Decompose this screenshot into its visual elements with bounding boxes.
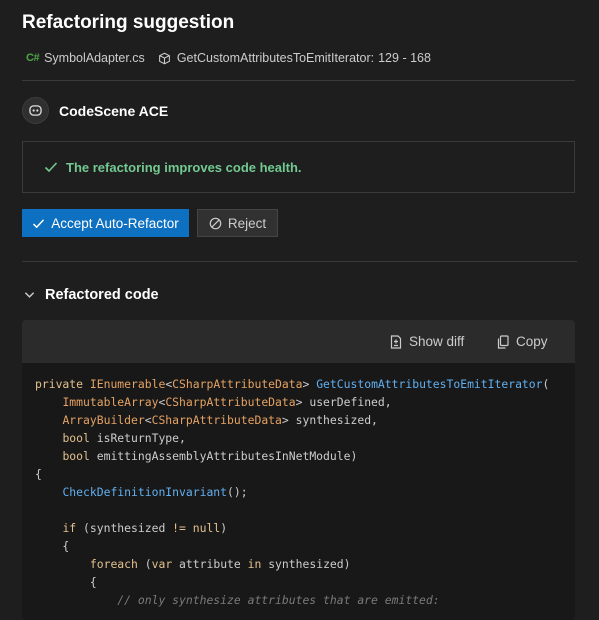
code-line: ArrayBuilder<CSharpAttributeData> synthe… (62, 413, 378, 427)
diff-file-icon (390, 334, 402, 349)
file-name[interactable]: SymbolAdapter.cs (44, 51, 145, 65)
refactored-code-section-toggle[interactable]: Refactored code (24, 287, 159, 303)
accept-auto-refactor-button[interactable]: Accept Auto-Refactor (22, 209, 189, 237)
assistant-header: CodeScene ACE (22, 97, 168, 124)
chevron-down-icon (24, 291, 35, 299)
section-title: Refactored code (45, 287, 159, 303)
line-range: 129 - 168 (378, 51, 431, 65)
copy-label: Copy (516, 334, 548, 349)
code-line: // only synthesize attributes that are e… (35, 593, 440, 607)
show-diff-label: Show diff (409, 334, 465, 349)
reject-button[interactable]: Reject (197, 209, 278, 237)
code-line: foreach (var attribute in synthesized) (89, 557, 351, 571)
accept-label: Accept Auto-Refactor (51, 215, 179, 231)
page-title: Refactoring suggestion (22, 12, 235, 33)
code-line: { (35, 575, 97, 589)
method-name[interactable]: GetCustomAttributesToEmitIterator: (177, 51, 374, 65)
show-diff-button[interactable]: Show diff (390, 320, 464, 363)
code-line: bool emittingAssemblyAttributesInNetModu… (62, 449, 358, 463)
copy-button[interactable]: Copy (497, 320, 548, 363)
code-panel: Show diff Copy private IEnumerable<CShar… (22, 320, 575, 620)
health-message: The refactoring improves code health. (66, 159, 302, 175)
code-block[interactable]: private IEnumerable<CSharpAttributeData>… (22, 363, 575, 609)
health-status-box: The refactoring improves code health. (22, 141, 575, 193)
check-icon (44, 161, 58, 173)
divider (22, 261, 577, 262)
csharp-file-icon: C# (26, 52, 40, 64)
code-line: ImmutableArray<CSharpAttributeData> user… (62, 395, 392, 409)
code-line: CheckDefinitionInvariant(); (62, 485, 248, 499)
robot-icon (22, 97, 49, 124)
code-line: { (35, 467, 42, 481)
method-cube-icon (158, 52, 171, 65)
check-icon (32, 218, 45, 229)
divider (22, 80, 575, 81)
code-line: private IEnumerable<CSharpAttributeData>… (35, 377, 550, 391)
prohibited-icon (209, 217, 222, 230)
code-line: { (35, 539, 70, 553)
file-location: C# SymbolAdapter.cs GetCustomAttributesT… (26, 51, 431, 65)
code-line: bool isReturnType, (62, 431, 186, 445)
code-toolbar: Show diff Copy (22, 320, 575, 363)
code-line: if (synthesized != null) (62, 521, 228, 535)
assistant-name: CodeScene ACE (59, 102, 169, 119)
reject-label: Reject (227, 215, 267, 231)
copy-icon (497, 334, 509, 349)
